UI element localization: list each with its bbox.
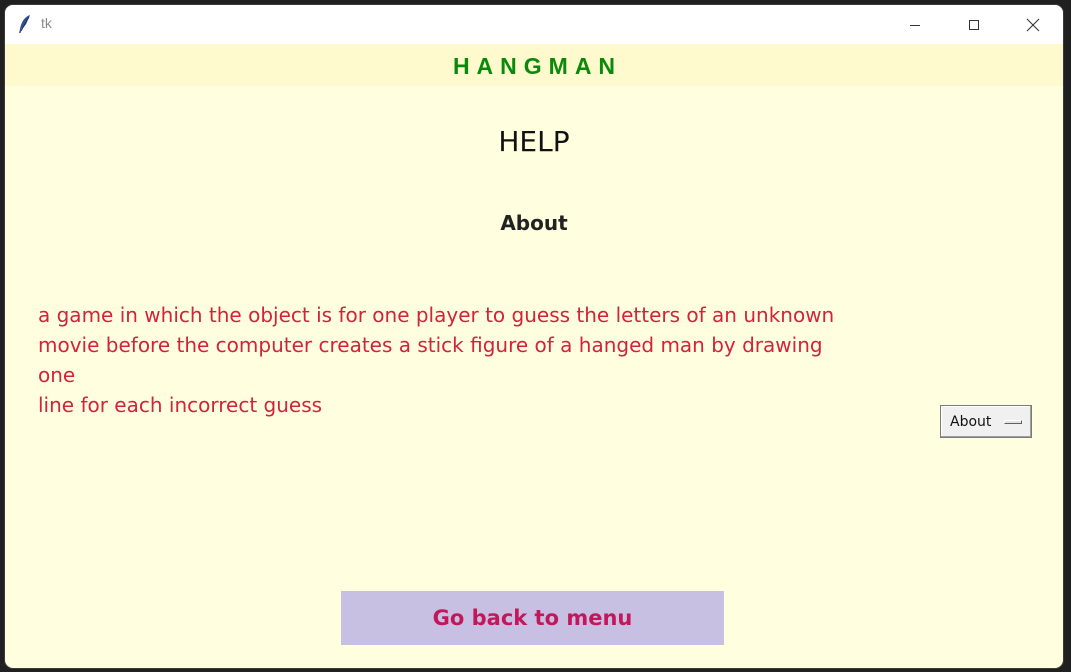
description-line: movie before the computer creates a stic… [38, 333, 823, 357]
banner-title: HANGMAN [452, 53, 623, 79]
page-title: HELP [498, 125, 570, 158]
minimize-icon [910, 24, 920, 26]
feather-icon [19, 15, 30, 33]
app-window: tk HANGMAN HELP About a game in which th… [5, 5, 1063, 668]
maximize-button[interactable] [948, 5, 1000, 44]
topic-option-menu[interactable]: About [940, 405, 1032, 438]
close-button[interactable] [1007, 5, 1059, 44]
option-menu-indicator-icon [1004, 420, 1022, 424]
maximize-icon [969, 19, 979, 30]
back-to-menu-button[interactable]: Go back to menu [341, 591, 724, 645]
minimize-button[interactable] [889, 5, 941, 44]
help-description: a game in which the object is for one pl… [38, 300, 938, 420]
close-icon [1026, 18, 1040, 31]
description-line: line for each incorrect guess [38, 393, 323, 417]
topic-selected-value: About [950, 413, 992, 430]
description-line: one [38, 363, 76, 387]
section-title: About [500, 211, 568, 235]
description-line: a game in which the object is for one pl… [38, 303, 835, 327]
title-bar[interactable]: tk [5, 5, 1063, 44]
title-banner: HANGMAN [5, 44, 1063, 86]
window-title: tk [41, 15, 52, 31]
